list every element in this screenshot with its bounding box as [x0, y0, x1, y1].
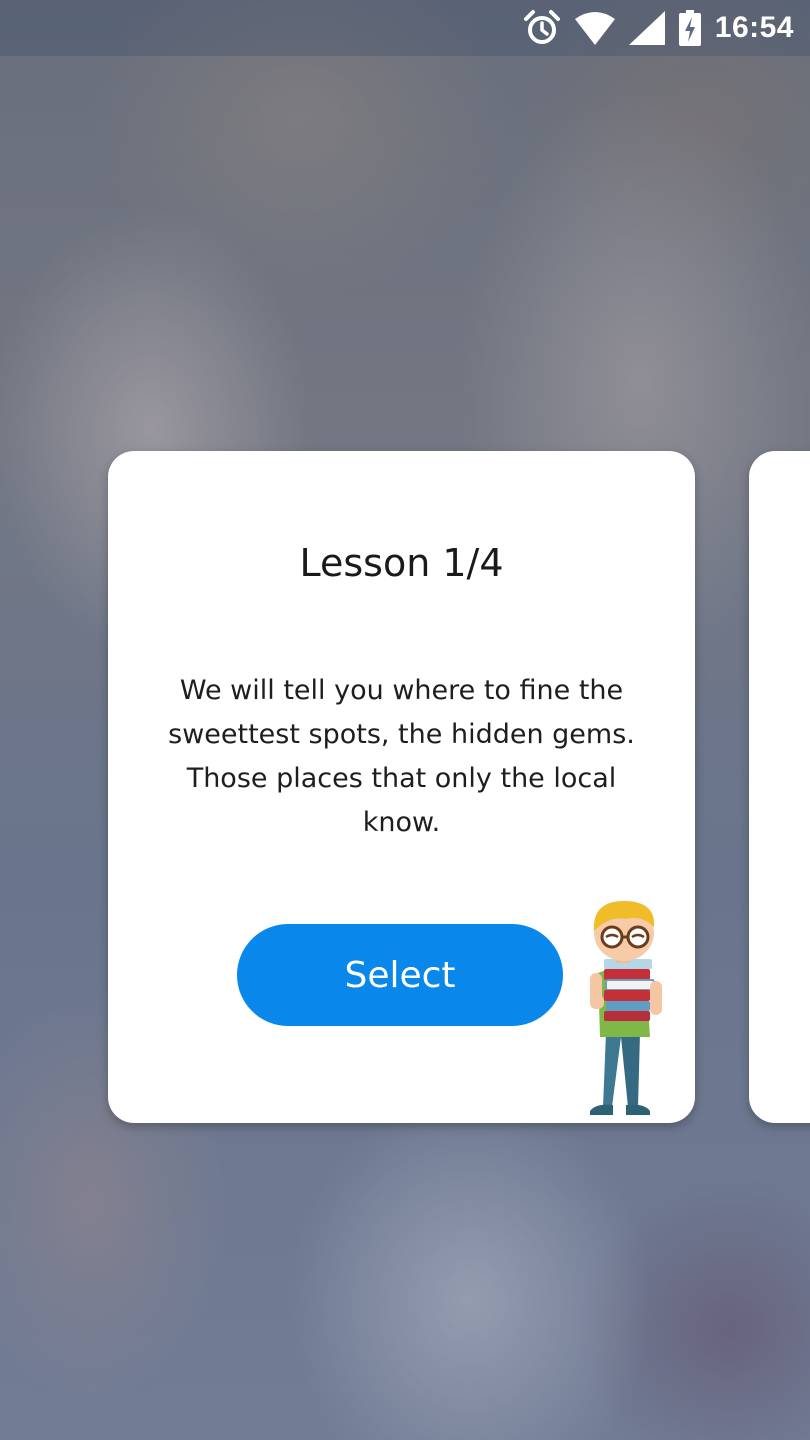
cell-signal-icon: [628, 11, 665, 45]
battery-charging-icon: [678, 10, 701, 46]
lesson-description: We will tell you where to fine the sweet…: [168, 675, 635, 838]
select-button[interactable]: Select: [237, 924, 563, 1026]
lesson-title: Lesson 1/4: [299, 541, 504, 585]
status-bar: 16:54: [0, 0, 810, 56]
alarm-icon: [523, 9, 561, 47]
next-lesson-card-peek[interactable]: [749, 451, 810, 1123]
status-icons: 16:54: [523, 8, 794, 48]
wifi-icon: [574, 11, 615, 45]
lesson-card[interactable]: Lesson 1/4 We will tell you where to fin…: [108, 451, 695, 1123]
student-with-books-illustration: [590, 901, 662, 1115]
status-time: 16:54: [714, 11, 794, 44]
